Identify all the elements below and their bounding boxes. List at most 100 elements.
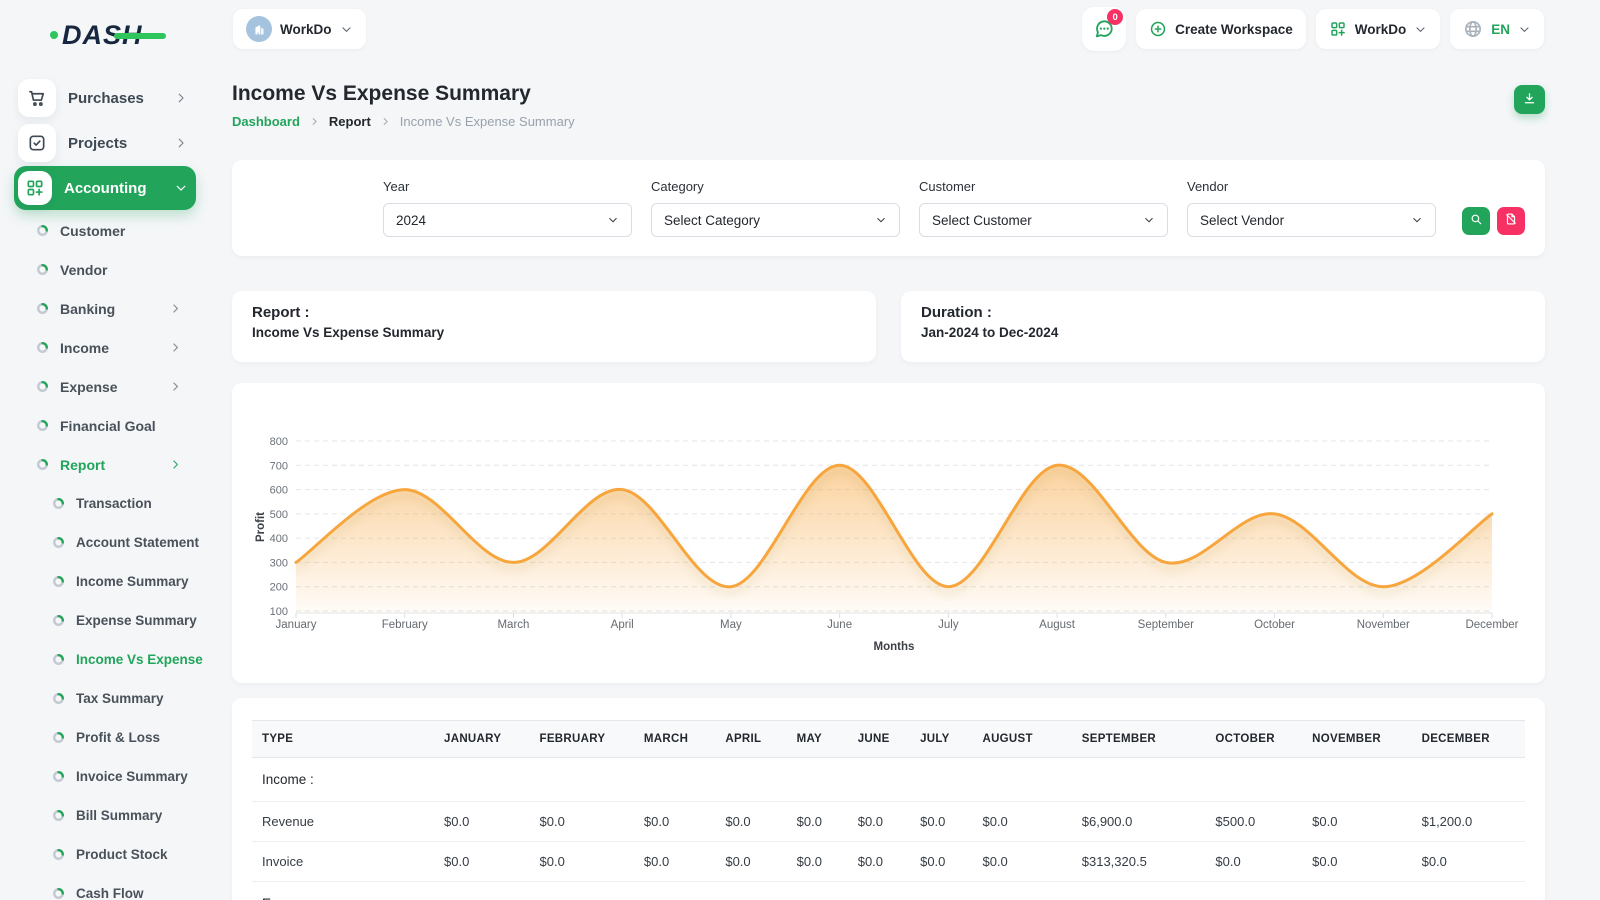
donut-icon [52,848,65,861]
svg-text:February: February [382,619,428,631]
sidebar-item-customer[interactable]: Customer [0,211,210,250]
category-field: Category Select Category [651,179,900,237]
donut-icon [36,224,49,237]
reset-filter-button[interactable] [1497,207,1525,235]
cell-value: $500.0 [1205,802,1302,842]
sidebar-item-bill-summary[interactable]: Bill Summary [0,796,210,835]
chevron-right-icon [174,136,188,150]
sidebar-item-vendor[interactable]: Vendor [0,250,210,289]
category-select[interactable]: Select Category [651,203,900,237]
sidebar-item-purchases[interactable]: Purchases [14,76,196,120]
svg-text:300: 300 [270,557,288,569]
sidebar-item-transaction[interactable]: Transaction [0,484,210,523]
year-select-value: 2024 [396,213,426,228]
chevron-down-icon [174,181,188,195]
vendor-select[interactable]: Select Vendor [1187,203,1436,237]
column-header-july: JULY [910,721,972,758]
svg-text:500: 500 [270,509,288,521]
sidebar-item-label: Bill Summary [76,808,162,823]
sidebar-item-account-statement[interactable]: Account Statement [0,523,210,562]
vendor-select-value: Select Vendor [1200,213,1284,228]
cart-icon [18,79,56,117]
duration-info-title: Duration : [921,304,1525,321]
workdo-menu-button[interactable]: WorkDo [1316,9,1441,49]
sidebar-item-accounting[interactable]: Accounting [14,166,196,210]
donut-icon [36,419,49,432]
sidebar-item-expense-summary[interactable]: Expense Summary [0,601,210,640]
donut-icon [52,536,65,549]
title-row: Income Vs Expense Summary Dashboard Repor… [232,82,1545,129]
svg-text:April: April [611,619,634,631]
sidebar-item-label: Expense [60,379,118,395]
grid-plus-icon [18,171,52,205]
sidebar-item-report[interactable]: Report [0,445,210,484]
sidebar-item-banking[interactable]: Banking [0,289,210,328]
cell-value: $0.0 [434,842,529,882]
language-selector[interactable]: EN [1450,9,1544,49]
chevron-right-icon [169,380,182,393]
category-select-value: Select Category [664,213,760,228]
cell-value: $0.0 [972,842,1071,882]
create-workspace-label: Create Workspace [1175,22,1293,37]
donut-icon [52,770,65,783]
income-vs-expense-table: TYPEJANUARYFEBRUARYMARCHAPRILMAYJUNEJULY… [252,720,1525,900]
sidebar-item-label: Invoice Summary [76,769,188,784]
sidebar-item-label: Tax Summary [76,691,164,706]
filter-card: Year 2024 Category Select Category Custo… [232,160,1545,256]
apply-filter-button[interactable] [1462,207,1490,235]
sidebar-item-profit-loss[interactable]: Profit & Loss [0,718,210,757]
donut-icon [52,575,65,588]
sidebar-item-label: Income Summary [76,574,189,589]
sidebar-item-income-vs-expense[interactable]: Income Vs Expense [0,640,210,679]
sidebar-item-product-stock[interactable]: Product Stock [0,835,210,874]
sidebar-item-label: Purchases [68,90,162,107]
sidebar-item-income[interactable]: Income [0,328,210,367]
chevron-down-icon [1414,23,1427,36]
column-header-february: FEBRUARY [530,721,634,758]
sidebar-item-cash-flow[interactable]: Cash Flow [0,874,210,900]
breadcrumb-item-report[interactable]: Report [329,114,371,129]
logo-accent-dot [50,31,58,39]
sidebar-item-invoice-summary[interactable]: Invoice Summary [0,757,210,796]
cell-value: $0.0 [1302,842,1411,882]
cell-value: $0.0 [848,842,910,882]
chevron-right-icon [169,302,182,315]
donut-icon [52,809,65,822]
report-info-title: Report : [252,304,856,321]
cell-value: $0.0 [848,802,910,842]
brand-logo[interactable]: DASH [52,18,182,52]
cell-value: $1,200.0 [1412,802,1525,842]
sidebar-item-label: Expense Summary [76,613,197,628]
sidebar-item-financial-goal[interactable]: Financial Goal [0,406,210,445]
sidebar-item-tax-summary[interactable]: Tax Summary [0,679,210,718]
svg-text:January: January [276,619,317,631]
column-header-april: APRIL [715,721,786,758]
customer-select-value: Select Customer [932,213,1032,228]
cell-value: $0.0 [530,802,634,842]
info-cards-row: Report : Income Vs Expense Summary Durat… [232,291,1545,362]
table-section-expense: Expense : [252,882,1525,900]
sidebar-item-expense[interactable]: Expense [0,367,210,406]
workspace-switcher[interactable]: WorkDo [233,9,366,49]
sidebar-item-label: Transaction [76,496,152,511]
customer-select[interactable]: Select Customer [919,203,1168,237]
messages-button[interactable]: 0 [1082,7,1126,51]
sidebar-item-projects[interactable]: Projects [14,121,196,165]
page-title: Income Vs Expense Summary [232,82,575,106]
create-workspace-button[interactable]: Create Workspace [1136,9,1306,49]
download-report-button[interactable] [1514,85,1545,114]
sidebar-item-label: Vendor [60,262,107,278]
donut-icon [52,614,65,627]
cell-value: $0.0 [787,802,848,842]
svg-text:100: 100 [270,606,288,618]
breadcrumb-item-dashboard[interactable]: Dashboard [232,114,300,129]
sidebar-item-label: Accounting [64,180,162,197]
sidebar-item-label: Cash Flow [76,886,144,900]
column-header-january: JANUARY [434,721,529,758]
sidebar-item-label: Account Statement [76,535,199,550]
building-avatar-icon [246,16,272,42]
sidebar-item-income-summary[interactable]: Income Summary [0,562,210,601]
chevron-down-icon [1143,214,1155,226]
chevron-down-icon [1411,214,1423,226]
year-select[interactable]: 2024 [383,203,632,237]
